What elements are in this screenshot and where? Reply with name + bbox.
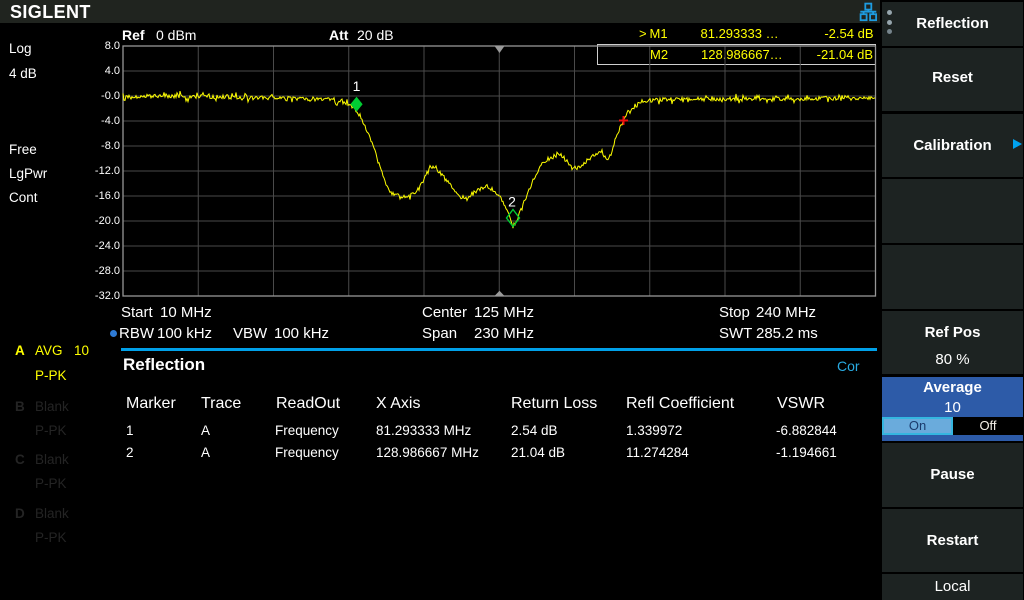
- svg-text:2: 2: [508, 194, 516, 210]
- svg-text:1: 1: [353, 78, 361, 94]
